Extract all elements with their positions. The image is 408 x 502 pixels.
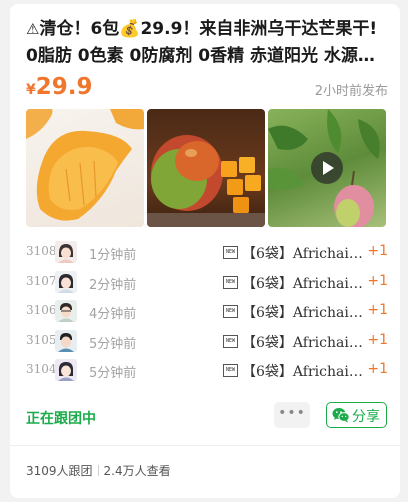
more-button[interactable]: •••: [274, 402, 310, 428]
stats-footer: 3109人跟团 2.4万人查看: [26, 462, 171, 479]
order-item: 【6袋】Africhain…: [242, 364, 366, 380]
new-badge-icon: NEW: [223, 364, 238, 377]
avatar[interactable]: [55, 270, 77, 293]
order-number: 3107: [26, 273, 57, 288]
list-item: 3108 1分钟前 NEW 【6袋】Africhain… +1: [26, 238, 388, 268]
order-quantity: +1: [367, 272, 388, 289]
price-row: ¥29.9 2小时前发布: [26, 74, 388, 104]
order-item: 【6袋】Africhain…: [242, 275, 366, 292]
avatar[interactable]: [55, 241, 77, 263]
order-time: 2分钟前: [89, 277, 137, 293]
post-title[interactable]: ⚠清仓！6包💰29.9！来自非洲乌干达芒果干!0脂肪 0色素 0防腐剂 0香精 …: [26, 16, 388, 70]
view-count: 2.4万人查看: [103, 464, 171, 478]
order-number: 3106: [26, 303, 57, 317]
order-item: 【6袋】Africhain…: [242, 305, 366, 321]
order-time: 5分钟前: [89, 366, 137, 381]
order-quantity: +1: [367, 302, 388, 318]
price-value: 29.9: [35, 74, 93, 100]
order-number: 3104: [26, 362, 57, 376]
share-button[interactable]: 分享: [326, 402, 387, 428]
new-badge-icon: NEW: [223, 305, 238, 318]
order-time: 1分钟前: [89, 248, 137, 263]
order-item: 【6袋】Africhain…: [242, 334, 366, 351]
group-status: 正在跟团中: [26, 411, 96, 427]
divider: [10, 445, 400, 446]
share-label: 分享: [352, 409, 380, 425]
separator: [97, 465, 99, 476]
avatar[interactable]: [55, 359, 77, 381]
fresh-mango-photo[interactable]: [147, 109, 265, 227]
list-item: 3105 5分钟前 NEW 【6袋】Africhain… +1: [26, 327, 388, 357]
post-time: 2小时前发布: [314, 84, 388, 99]
order-quantity: +1: [367, 243, 388, 259]
wechat-icon: [332, 407, 350, 427]
group-buy-card[interactable]: ⚠清仓！6包💰29.9！来自非洲乌干达芒果干!0脂肪 0色素 0防腐剂 0香精 …: [10, 4, 400, 498]
list-item: 3106 4分钟前 NEW 【6袋】Africhain… +1: [26, 297, 388, 327]
order-time: 5分钟前: [89, 336, 137, 352]
avatar[interactable]: [55, 329, 77, 352]
order-number: 3108: [26, 244, 57, 258]
warning-icon: ⚠: [26, 20, 40, 38]
post-title-text: 清仓！6包💰29.9！来自非洲乌干达芒果干!0脂肪 0色素 0防腐剂 0香精 赤…: [26, 19, 378, 66]
joined-count: 3109人跟团: [26, 464, 93, 478]
order-time: 4分钟前: [89, 307, 137, 322]
dried-mango-photo[interactable]: [26, 109, 144, 227]
order-item: 【6袋】Africhain…: [242, 246, 366, 262]
new-badge-icon: NEW: [223, 275, 238, 289]
new-badge-icon: NEW: [223, 334, 238, 348]
play-icon[interactable]: [311, 152, 343, 184]
order-quantity: +1: [367, 331, 388, 348]
list-item: 3107 2分钟前 NEW 【6袋】Africhain… +1: [26, 268, 388, 298]
avatar[interactable]: [55, 300, 77, 322]
order-quantity: +1: [367, 361, 388, 377]
order-number: 3105: [26, 332, 57, 347]
image-gallery: [26, 109, 386, 227]
recent-orders-list: 3108 1分钟前 NEW 【6袋】Africhain… +1 3107 2分钟…: [26, 238, 388, 386]
new-badge-icon: NEW: [223, 246, 238, 259]
price: ¥29.9: [26, 74, 93, 100]
currency-symbol: ¥: [26, 82, 36, 98]
mango-tree-video[interactable]: [268, 109, 386, 227]
list-item: 3104 5分钟前 NEW 【6袋】Africhain… +1: [26, 356, 388, 386]
